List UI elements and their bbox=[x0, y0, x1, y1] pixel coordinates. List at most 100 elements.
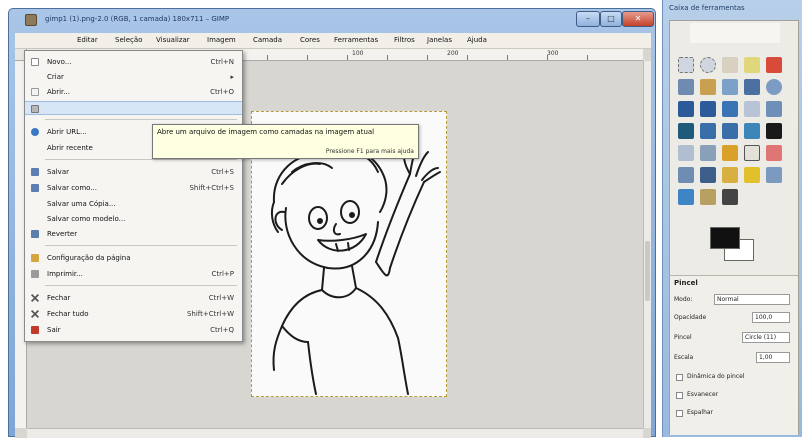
align-tool-icon[interactable] bbox=[722, 101, 738, 117]
heal-tool-icon[interactable] bbox=[744, 167, 760, 183]
menu-camada[interactable]: Camada bbox=[253, 36, 282, 44]
opacity-field[interactable]: 100,0 bbox=[752, 312, 790, 323]
menu-item-sair[interactable]: Sair Ctrl+Q bbox=[25, 323, 242, 337]
menu-item-label: Fechar tudo bbox=[47, 310, 89, 318]
menu-visualizar[interactable]: Visualizar bbox=[156, 36, 190, 44]
smudge-tool-icon[interactable] bbox=[678, 189, 694, 205]
menu-item-shortcut: Ctrl+W bbox=[208, 294, 234, 302]
menu-janelas[interactable]: Janelas bbox=[427, 36, 452, 44]
brush-select[interactable]: Circle (11) bbox=[742, 332, 790, 343]
scroll-thumb[interactable] bbox=[645, 241, 650, 301]
menu-item-reverter[interactable]: Reverter bbox=[25, 227, 242, 241]
menu-item-label: Abrir... bbox=[47, 88, 70, 96]
blur-sharpen-tool-icon[interactable] bbox=[722, 189, 738, 205]
rect-select-tool-icon[interactable] bbox=[678, 57, 694, 73]
menu-selecao[interactable]: Seleção bbox=[115, 36, 142, 44]
menu-item-shortcut: Ctrl+P bbox=[211, 270, 234, 278]
menu-ferramentas[interactable]: Ferramentas bbox=[334, 36, 378, 44]
menu-ajuda[interactable]: Ajuda bbox=[467, 36, 487, 44]
color-swatches[interactable] bbox=[710, 227, 758, 267]
menu-item-novo[interactable]: Novo... Ctrl+N bbox=[25, 55, 242, 69]
shear-tool-icon[interactable] bbox=[700, 123, 716, 139]
fade-checkbox[interactable] bbox=[676, 392, 683, 399]
foreground-select-tool-icon[interactable] bbox=[700, 79, 716, 95]
menu-item-shortcut: Ctrl+S bbox=[211, 168, 234, 176]
menu-item-salvar-modelo[interactable]: Salvar como modelo... bbox=[25, 212, 242, 226]
menu-cores[interactable]: Cores bbox=[300, 36, 320, 44]
eraser-tool-icon[interactable] bbox=[766, 145, 782, 161]
menu-item-label: Fechar bbox=[47, 294, 71, 302]
menu-item-salvar[interactable]: Salvar Ctrl+S bbox=[25, 165, 242, 179]
title-bar[interactable]: gimp1 (1).png-2.0 (RGB, 1 camada) 180x71… bbox=[9, 9, 655, 31]
tool-options-panel: Pincel Modo: Normal Opacidade 100,0 Pinc… bbox=[670, 275, 798, 435]
tooltip-hint: Pressione F1 para mais ajuda bbox=[325, 148, 414, 155]
dodge-burn-tool-icon[interactable] bbox=[700, 189, 716, 205]
new-file-icon bbox=[31, 58, 39, 66]
jitter-checkbox[interactable] bbox=[676, 410, 683, 417]
pencil-tool-icon[interactable] bbox=[722, 145, 738, 161]
print-icon bbox=[31, 270, 39, 278]
zoom-tool-icon[interactable] bbox=[766, 79, 782, 95]
menu-item-label: Novo... bbox=[47, 58, 72, 66]
menu-item-abrir-como-camadas[interactable]: Abrir como camadas... bbox=[25, 101, 242, 115]
ink-tool-icon[interactable] bbox=[700, 167, 716, 183]
minimize-button[interactable]: – bbox=[576, 11, 600, 27]
color-picker-tool-icon[interactable] bbox=[744, 79, 760, 95]
menu-imagem[interactable]: Imagem bbox=[207, 36, 236, 44]
menu-item-label: Sair bbox=[47, 326, 61, 334]
maximize-button[interactable]: □ bbox=[600, 11, 622, 27]
menu-editar[interactable]: Editar bbox=[77, 36, 98, 44]
bucket-fill-tool-icon[interactable] bbox=[678, 145, 694, 161]
jitter-label: Espalhar bbox=[687, 409, 714, 416]
menu-item-fechar[interactable]: Fechar Ctrl+W bbox=[25, 291, 242, 305]
scale-tool-icon[interactable] bbox=[678, 123, 694, 139]
globe-icon bbox=[31, 128, 39, 136]
menu-item-label: Abrir como camadas... bbox=[47, 105, 126, 113]
rotate-tool-icon[interactable] bbox=[766, 101, 782, 117]
ruler-label: 200 bbox=[447, 50, 459, 57]
window-title: gimp1 (1).png-2.0 (RGB, 1 camada) 180x71… bbox=[45, 15, 230, 23]
fuzzy-select-tool-icon[interactable] bbox=[744, 57, 760, 73]
vertical-scrollbar[interactable] bbox=[643, 61, 651, 428]
select-by-color-tool-icon[interactable] bbox=[766, 57, 782, 73]
crop-tool-icon[interactable] bbox=[744, 101, 760, 117]
mode-select[interactable]: Normal bbox=[714, 294, 790, 305]
ellipse-select-tool-icon[interactable] bbox=[700, 57, 716, 73]
perspective-clone-tool-icon[interactable] bbox=[766, 167, 782, 183]
tool-options-title: Pincel bbox=[674, 279, 698, 287]
blend-tool-icon[interactable] bbox=[700, 145, 716, 161]
close-all-icon bbox=[31, 310, 39, 318]
menu-item-criar[interactable]: Criar ▸ bbox=[25, 70, 242, 84]
quit-icon bbox=[31, 326, 39, 334]
ruler-label: 300 bbox=[547, 50, 559, 57]
close-window-button[interactable]: ✕ bbox=[622, 11, 654, 27]
menu-item-label: Salvar como modelo... bbox=[47, 215, 126, 223]
measure-tool-icon[interactable] bbox=[678, 101, 694, 117]
menu-item-salvar-copia[interactable]: Salvar uma Cópia... bbox=[25, 197, 242, 211]
paths-tool-icon[interactable] bbox=[722, 79, 738, 95]
menu-item-salvar-como[interactable]: Salvar como... Shift+Ctrl+S bbox=[25, 181, 242, 195]
menu-item-abrir[interactable]: Abrir... Ctrl+O bbox=[25, 85, 242, 99]
menu-item-fechar-tudo[interactable]: Fechar tudo Shift+Ctrl+W bbox=[25, 307, 242, 321]
open-icon bbox=[31, 88, 39, 96]
perspective-tool-icon[interactable] bbox=[722, 123, 738, 139]
scale-field[interactable]: 1,00 bbox=[756, 352, 790, 363]
paintbrush-tool-icon[interactable] bbox=[744, 145, 760, 161]
text-tool-icon[interactable] bbox=[766, 123, 782, 139]
brush-dynamics-checkbox[interactable] bbox=[676, 374, 683, 381]
menu-item-label: Criar bbox=[47, 73, 64, 81]
menu-filtros[interactable]: Filtros bbox=[394, 36, 415, 44]
brush-label: Pincel bbox=[674, 334, 692, 341]
scissors-tool-icon[interactable] bbox=[678, 79, 694, 95]
toolbox-window: Caixa de ferramentas Pincel Modo: Normal… bbox=[662, 0, 802, 437]
move-tool-icon[interactable] bbox=[700, 101, 716, 117]
desktop: gimp1 (1).png-2.0 (RGB, 1 camada) 180x71… bbox=[0, 0, 802, 438]
menu-item-imprimir[interactable]: Imprimir... Ctrl+P bbox=[25, 267, 242, 281]
airbrush-tool-icon[interactable] bbox=[678, 167, 694, 183]
menu-item-configuracao-pagina[interactable]: Configuração da página bbox=[25, 251, 242, 265]
wilber-logo bbox=[690, 23, 780, 43]
flip-tool-icon[interactable] bbox=[744, 123, 760, 139]
lasso-tool-icon[interactable] bbox=[722, 57, 738, 73]
clone-tool-icon[interactable] bbox=[722, 167, 738, 183]
foreground-color-swatch[interactable] bbox=[710, 227, 740, 249]
